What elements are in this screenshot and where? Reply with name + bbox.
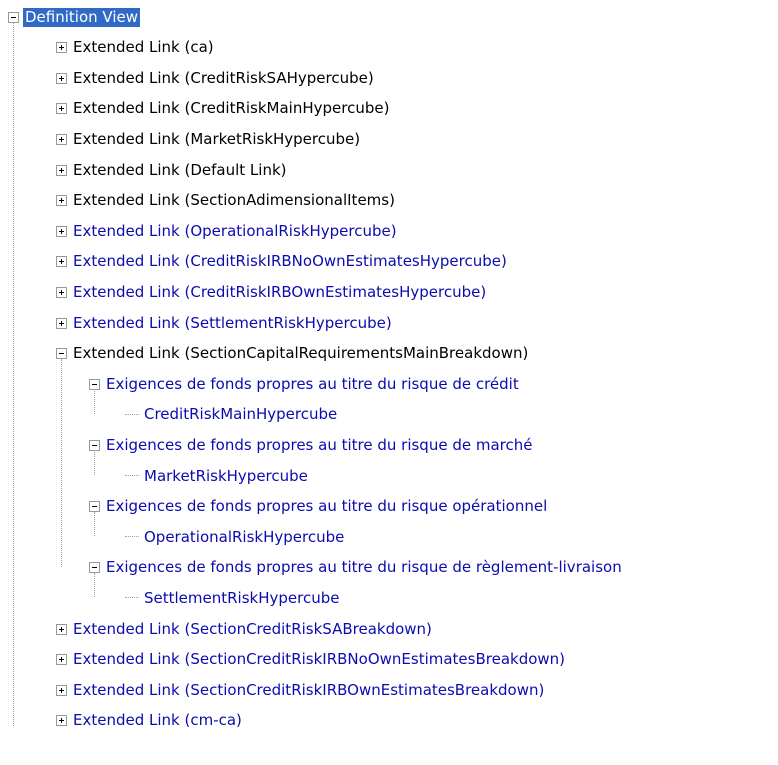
tree-node-label: Exigences de fonds propres au titre du r… bbox=[106, 497, 548, 516]
plus-icon bbox=[61, 687, 62, 693]
expand-icon[interactable] bbox=[56, 654, 67, 666]
tree-node-item[interactable]: Extended Link (CreditRiskSAHypercube) bbox=[56, 63, 376, 93]
tree-connector-line bbox=[94, 511, 95, 537]
plus-icon bbox=[61, 259, 62, 265]
collapse-icon[interactable] bbox=[56, 348, 67, 360]
tree-connector-line bbox=[94, 389, 95, 414]
tree-node-label: Extended Link (SectionCreditRiskIRBNoOwn… bbox=[73, 650, 566, 669]
collapse-icon[interactable] bbox=[89, 562, 100, 574]
minus-icon bbox=[59, 353, 64, 355]
tree-node-item[interactable]: Extended Link (ca) bbox=[56, 33, 216, 63]
expand-icon[interactable] bbox=[56, 684, 67, 696]
plus-icon bbox=[61, 657, 62, 663]
tree-node-label: Extended Link (CreditRiskIRBOwnEstimates… bbox=[73, 282, 487, 301]
plus-icon bbox=[61, 320, 62, 326]
tree-node-label: Extended Link (SettlementRiskHypercube) bbox=[73, 313, 392, 332]
tree-node-label: Extended Link (CreditRiskSAHypercube) bbox=[73, 68, 374, 87]
tree-node-item[interactable]: Extended Link (SectionAdimensionalItems) bbox=[56, 186, 397, 216]
plus-icon bbox=[61, 136, 62, 142]
plus-icon bbox=[61, 289, 62, 295]
expand-icon[interactable] bbox=[56, 164, 67, 176]
tree-connector-line bbox=[13, 22, 14, 726]
tree-node-item[interactable]: Exigences de fonds propres au titre du r… bbox=[89, 492, 549, 522]
collapse-icon[interactable] bbox=[89, 501, 100, 513]
collapse-icon[interactable] bbox=[89, 378, 100, 390]
tree-node-label: Extended Link (OperationalRiskHypercube) bbox=[73, 221, 397, 240]
tree-node-label: Extended Link (MarketRiskHypercube) bbox=[73, 129, 361, 148]
tree-node-label: Extended Link (SectionCapitalRequirement… bbox=[73, 344, 529, 363]
plus-icon bbox=[61, 167, 62, 173]
tree-node-item[interactable]: Extended Link (CreditRiskIRBOwnEstimates… bbox=[56, 277, 488, 307]
tree-leaf-item[interactable]: OperationalRiskHypercube bbox=[125, 522, 346, 552]
plus-icon bbox=[61, 106, 62, 112]
expand-icon[interactable] bbox=[56, 286, 67, 298]
minus-icon bbox=[11, 16, 16, 18]
tree-connector-line bbox=[125, 413, 139, 416]
tree-node-label: CreditRiskMainHypercube bbox=[144, 405, 338, 424]
tree-connector-line bbox=[61, 358, 62, 567]
plus-icon bbox=[61, 198, 62, 204]
tree-node-label: Exigences de fonds propres au titre du r… bbox=[106, 558, 622, 577]
expand-icon[interactable] bbox=[56, 256, 67, 268]
tree-node-label: Extended Link (CreditRiskMainHypercube) bbox=[73, 99, 390, 118]
collapse-icon[interactable] bbox=[89, 439, 100, 451]
tree-node-item[interactable]: Extended Link (MarketRiskHypercube) bbox=[56, 124, 362, 154]
tree-node-item[interactable]: Extended Link (CreditRiskIRBNoOwnEstimat… bbox=[56, 247, 509, 277]
expand-icon[interactable] bbox=[56, 133, 67, 145]
tree-node-label: Extended Link (SectionCreditRiskSABreakd… bbox=[73, 619, 432, 638]
expand-icon[interactable] bbox=[56, 195, 67, 207]
tree-node-label: Extended Link (CreditRiskIRBNoOwnEstimat… bbox=[73, 252, 507, 271]
expand-icon[interactable] bbox=[56, 103, 67, 115]
tree-node-item[interactable]: Extended Link (CreditRiskMainHypercube) bbox=[56, 94, 391, 124]
tree-node-label: MarketRiskHypercube bbox=[144, 466, 308, 485]
expand-icon[interactable] bbox=[56, 317, 67, 329]
tree-node-label: OperationalRiskHypercube bbox=[144, 527, 345, 546]
tree-node-item[interactable]: Extended Link (SectionCapitalRequirement… bbox=[56, 339, 530, 369]
tree-node-item[interactable]: Extended Link (SettlementRiskHypercube) bbox=[56, 308, 394, 338]
tree-node-item[interactable]: Extended Link (SectionCreditRiskIRBNoOwn… bbox=[56, 645, 567, 675]
expand-icon[interactable] bbox=[56, 42, 67, 54]
tree-node-label: Extended Link (SectionCreditRiskIRBOwnEs… bbox=[73, 680, 545, 699]
plus-icon bbox=[61, 718, 62, 724]
tree-node-label: SettlementRiskHypercube bbox=[144, 588, 340, 607]
tree-connector-line bbox=[94, 450, 95, 475]
tree-node-label: Exigences de fonds propres au titre du r… bbox=[106, 435, 533, 454]
minus-icon bbox=[92, 444, 97, 446]
minus-icon bbox=[92, 383, 97, 385]
tree-leaf-item[interactable]: CreditRiskMainHypercube bbox=[125, 400, 339, 430]
expand-icon[interactable] bbox=[56, 715, 67, 727]
tree-node-item[interactable]: Extended Link (OperationalRiskHypercube) bbox=[56, 216, 399, 246]
minus-icon bbox=[92, 506, 97, 508]
tree-node-label: Exigences de fonds propres au titre du r… bbox=[106, 374, 519, 393]
tree-connector-line bbox=[125, 536, 139, 538]
tree-leaf-item[interactable]: MarketRiskHypercube bbox=[125, 461, 310, 491]
tree-node-item[interactable]: Extended Link (cm-ca) bbox=[56, 706, 244, 736]
collapse-icon[interactable] bbox=[8, 11, 19, 23]
tree-node-label: Extended Link (Default Link) bbox=[73, 160, 287, 179]
tree-node-label: Extended Link (SectionAdimensionalItems) bbox=[73, 191, 395, 210]
tree-node-item[interactable]: Exigences de fonds propres au titre du r… bbox=[89, 430, 534, 460]
tree-node-item[interactable]: Extended Link (Default Link) bbox=[56, 155, 289, 185]
tree-leaf-item[interactable]: SettlementRiskHypercube bbox=[125, 583, 341, 613]
tree-node-item[interactable]: Extended Link (SectionCreditRiskSABreakd… bbox=[56, 614, 434, 644]
tree-node-label: Extended Link (ca) bbox=[73, 38, 214, 57]
minus-icon bbox=[92, 567, 97, 569]
tree-node-item[interactable]: Exigences de fonds propres au titre du r… bbox=[89, 369, 521, 399]
tree-node-item[interactable]: Extended Link (SectionCreditRiskIRBOwnEs… bbox=[56, 675, 546, 705]
plus-icon bbox=[61, 45, 62, 51]
expand-icon[interactable] bbox=[56, 72, 67, 84]
plus-icon bbox=[61, 228, 62, 234]
tree-node-item[interactable]: Exigences de fonds propres au titre du r… bbox=[89, 553, 624, 583]
tree-node-label: Definition View bbox=[23, 7, 140, 27]
tree-connector-line bbox=[125, 597, 139, 599]
definition-tree: Definition View Extended Link (ca) Extende… bbox=[0, 0, 778, 765]
tree-node-label: Extended Link (cm-ca) bbox=[73, 711, 242, 730]
expand-icon[interactable] bbox=[56, 225, 67, 237]
tree-root-definition-view[interactable]: Definition View bbox=[8, 2, 140, 32]
plus-icon bbox=[61, 626, 62, 632]
tree-connector-line bbox=[125, 475, 139, 477]
expand-icon[interactable] bbox=[56, 623, 67, 635]
plus-icon bbox=[61, 75, 62, 81]
tree-connector-line bbox=[94, 572, 95, 598]
